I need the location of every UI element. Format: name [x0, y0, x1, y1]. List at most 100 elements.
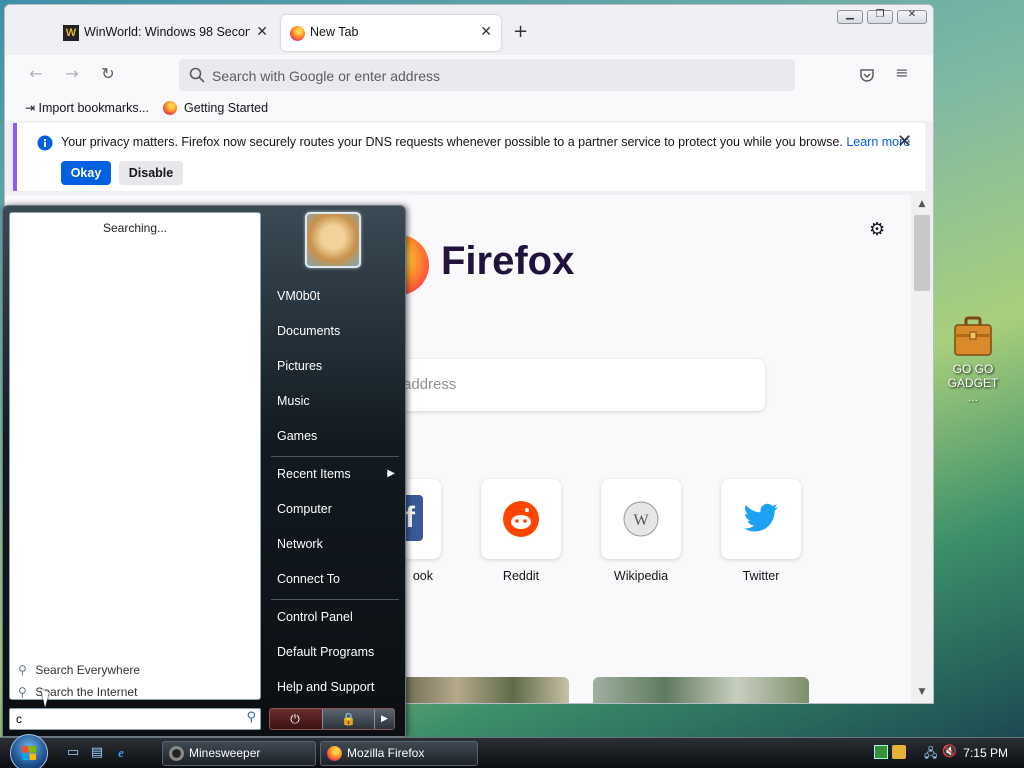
newtab-search-input[interactable]: address: [379, 359, 765, 411]
tab-bar: W WinWorld: Windows 98 Second ✕ New Tab …: [5, 5, 933, 55]
top-site-twitter[interactable]: Twitter: [721, 479, 801, 583]
tab-title: New Tab: [310, 25, 359, 39]
volume-muted-icon[interactable]: 🔇: [942, 744, 958, 758]
lock-button-icon[interactable]: 🔒: [322, 709, 374, 729]
taskbar-label: Minesweeper: [189, 746, 261, 760]
tab-close-icon[interactable]: ✕: [480, 24, 492, 40]
menu-item-label: Help and Support: [277, 680, 375, 694]
search-link-label: Search Everywhere: [35, 663, 141, 677]
start-menu: Searching... ⚲ Search Everywhere ⚲ Searc…: [2, 205, 406, 737]
reload-icon[interactable]: ↻: [97, 64, 119, 86]
bookmark-import[interactable]: ⇥ Import bookmarks...: [25, 101, 149, 115]
story-thumbnail[interactable]: [593, 677, 809, 703]
search-icon: [189, 67, 205, 83]
menu-item-pictures[interactable]: Pictures: [267, 352, 399, 380]
close-window-button[interactable]: ✕: [897, 9, 927, 24]
search-internet-link[interactable]: ⚲ Search the Internet: [18, 685, 137, 699]
power-button-icon[interactable]: ⏻: [270, 709, 320, 729]
tray-security-icon[interactable]: [892, 745, 906, 759]
vertical-scrollbar[interactable]: ▲ ▼: [911, 195, 933, 703]
user-avatar[interactable]: [305, 212, 361, 268]
menu-item-recent-items[interactable]: Recent Items ▶: [267, 460, 399, 488]
tray-app-icon[interactable]: [874, 745, 888, 759]
menu-item-music[interactable]: Music: [267, 387, 399, 415]
taskbar-label: Mozilla Firefox: [347, 746, 425, 760]
menu-item-label: Games: [277, 429, 318, 443]
notice-text: Your privacy matters. Firefox now secure…: [61, 135, 910, 149]
menu-item-default-programs[interactable]: Default Programs: [267, 638, 399, 666]
taskbar-minesweeper[interactable]: Minesweeper: [162, 741, 316, 766]
menu-item-label: Computer: [277, 502, 332, 516]
taskbar: ▭ ▤ e Minesweeper Mozilla Firefox 🖧 🔇 7:…: [0, 734, 1024, 768]
scroll-down-icon[interactable]: ▼: [911, 687, 933, 697]
disable-button[interactable]: Disable: [119, 161, 183, 185]
gear-icon[interactable]: ⚙: [869, 219, 885, 240]
desktop-icon-gadget[interactable]: GO GO GADGET ...: [942, 316, 1004, 404]
okay-button[interactable]: Okay: [61, 161, 111, 185]
menu-item-games[interactable]: Games: [267, 422, 399, 450]
search-everywhere-link[interactable]: ⚲ Search Everywhere: [18, 663, 140, 677]
internet-explorer-icon[interactable]: e: [112, 745, 130, 761]
scroll-up-icon[interactable]: ▲: [911, 199, 933, 209]
privacy-notice: Your privacy matters. Firefox now secure…: [13, 123, 925, 191]
shutdown-options-arrow-icon[interactable]: ▶: [374, 709, 394, 729]
top-site-reddit[interactable]: Reddit: [481, 479, 561, 583]
search-icon[interactable]: ⚲: [246, 710, 256, 725]
tab-new-tab[interactable]: New Tab ✕: [281, 15, 501, 51]
start-menu-results-pane: Searching... ⚲ Search Everywhere ⚲ Searc…: [9, 212, 261, 700]
menu-item-label: Pictures: [277, 359, 323, 373]
bookmark-label: Getting Started: [184, 101, 269, 115]
tab-winworld[interactable]: W WinWorld: Windows 98 Second ✕: [55, 15, 277, 51]
top-site-tile: [481, 479, 561, 559]
top-site-label: Wikipedia: [613, 569, 669, 583]
bookmark-getting-started[interactable]: Getting Started: [163, 101, 268, 115]
import-icon: ⇥: [25, 101, 36, 115]
notice-message: Your privacy matters. Firefox now secure…: [61, 135, 843, 149]
menu-item-label: Recent Items: [277, 467, 351, 481]
show-desktop-icon[interactable]: ▭: [64, 745, 82, 761]
menu-item-help-support[interactable]: Help and Support: [267, 673, 399, 701]
menu-item-network[interactable]: Network: [267, 530, 399, 558]
switch-windows-icon[interactable]: ▤: [88, 745, 106, 761]
menu-item-documents[interactable]: Documents: [267, 317, 399, 345]
pocket-icon[interactable]: [859, 67, 875, 83]
menu-divider: [271, 456, 399, 457]
reddit-icon: [503, 501, 539, 537]
menu-item-control-panel[interactable]: Control Panel: [267, 603, 399, 631]
start-search-input[interactable]: c ⚲: [9, 708, 261, 730]
firefox-icon: [327, 746, 342, 761]
menu-item-connect-to[interactable]: Connect To: [267, 565, 399, 593]
nav-bar: ← → ↻ Search with Google or enter addres…: [5, 55, 933, 95]
new-tab-plus-icon[interactable]: +: [513, 21, 528, 42]
minimize-button[interactable]: ▁: [837, 9, 863, 24]
top-site-tile: W: [601, 479, 681, 559]
scrollbar-thumb[interactable]: [914, 215, 930, 291]
firefox-wordmark: Firefox: [441, 239, 575, 283]
menu-item-label: Music: [277, 394, 310, 408]
start-button[interactable]: [10, 734, 48, 768]
info-icon: [37, 135, 53, 151]
desktop-icon-label: GO GO GADGET ...: [947, 362, 999, 404]
twitter-icon: [744, 503, 778, 532]
menu-item-computer[interactable]: Computer: [267, 495, 399, 523]
forward-arrow-icon[interactable]: →: [61, 64, 83, 86]
story-thumbnail[interactable]: [401, 677, 569, 703]
maximize-button[interactable]: ❐: [867, 9, 893, 24]
winworld-favicon-icon: W: [63, 25, 79, 41]
network-icon[interactable]: 🖧: [924, 744, 940, 760]
taskbar-firefox[interactable]: Mozilla Firefox: [320, 741, 478, 766]
url-bar[interactable]: Search with Google or enter address: [179, 59, 795, 91]
clock[interactable]: 7:15 PM: [963, 746, 1008, 760]
wikipedia-icon: W: [623, 501, 659, 537]
search-icon: ⚲: [18, 663, 27, 677]
notice-close-icon[interactable]: ✕: [897, 131, 912, 152]
menu-divider: [271, 599, 399, 600]
tab-close-icon[interactable]: ✕: [256, 24, 268, 40]
menu-item-user[interactable]: VM0b0t: [267, 282, 399, 310]
top-site-wikipedia[interactable]: W Wikipedia: [601, 479, 681, 583]
back-arrow-icon[interactable]: ←: [25, 64, 47, 86]
system-tray: 🖧 🔇 7:15 PM: [870, 741, 1024, 766]
menu-item-label: Documents: [277, 324, 341, 338]
menu-hamburger-icon[interactable]: ≡: [891, 63, 913, 85]
search-status: Searching...: [102, 221, 168, 235]
